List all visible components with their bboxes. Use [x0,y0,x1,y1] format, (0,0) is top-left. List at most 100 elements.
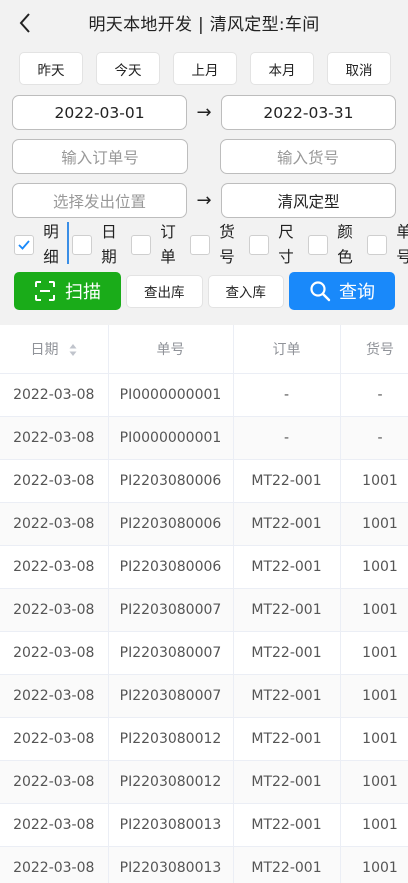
order-number-input[interactable]: 输入订单号 [12,139,188,174]
scan-button[interactable]: 扫描 [14,272,122,310]
query-label: 查询 [338,282,375,303]
goods-cell: 1001 [340,674,408,718]
goods-number-input[interactable]: 输入货号 [220,139,396,174]
back-button[interactable] [10,8,40,38]
table-row[interactable]: 2022-03-08 PI2203080007 MT22-001 1001 [0,674,408,718]
order-cell: - [233,373,341,417]
doc-number-cell: PI2203080006 [108,502,234,546]
table-row[interactable]: 2022-03-08 PI0000000001- - [0,373,408,417]
order-cell: MT22-001 [233,631,341,675]
table-header-row: 日期 单号 订单 货号 [0,325,408,374]
table-row[interactable]: 2022-03-08 PI2203080007 MT22-001 1001 [0,631,408,675]
location-arrow: → [196,190,212,211]
doc-number-cell: PI2203080012 [108,717,234,761]
option-goods[interactable]: 货号 [190,220,237,270]
date-cell: 2022-03-08 [0,502,109,546]
order-cell: MT22-001 [233,717,341,761]
out-stock-button[interactable]: 查出库 [126,274,203,308]
goods-cell: 1001 [340,803,408,847]
color-checkbox[interactable] [308,235,328,255]
table-row[interactable]: 2022-03-08 PI2203080012 MT22-001 1001 [0,760,408,804]
range-arrow: → [196,102,212,123]
from-location-select[interactable]: 选择发出位置 [12,183,188,218]
date-cell: 2022-03-08 [0,459,109,503]
order-cell: MT22-001 [233,502,341,546]
table-row[interactable]: 2022-03-08 PI2203080007 MT22-001 1001 [0,588,408,632]
order-cell: - [233,416,341,460]
doc-number-checkbox[interactable] [367,235,387,255]
date-cell: 2022-03-08 [0,545,109,589]
doc-number-cell: PI2203080007 [108,588,234,632]
option-size[interactable]: 尺寸 [249,220,296,270]
goods-checkbox[interactable] [190,235,210,255]
doc-number-cell: PI2203080012 [108,760,234,804]
size-checkbox[interactable] [249,235,269,255]
column-options: 明细 日期 订单 货号 尺寸 颜色 单号 [0,220,408,270]
option-color[interactable]: 颜色 [308,220,355,270]
this-month-button[interactable]: 本月 [250,52,314,85]
date-cell: 2022-03-08 [0,373,109,417]
doc-number-cell: PI2203080006 [108,459,234,503]
size-label: 尺寸 [278,223,294,266]
option-doc-number[interactable]: 单号 [367,220,408,270]
sort-icon[interactable] [69,343,77,357]
cancel-button[interactable]: 取消 [327,52,391,85]
date-cell: 2022-03-08 [0,760,109,804]
date-cell: 2022-03-08 [0,674,109,718]
date-cell: 2022-03-08 [0,588,109,632]
today-button[interactable]: 今天 [96,52,160,85]
table-row[interactable]: 2022-03-08 PI2203080006 MT22-001 1001 [0,459,408,503]
to-location-field[interactable]: 清风定型 [220,183,397,218]
query-button[interactable]: 查询 [288,272,396,310]
option-date[interactable]: 日期 [72,220,119,270]
yesterday-button[interactable]: 昨天 [19,52,83,85]
end-date-field[interactable]: 2022-03-31 [220,95,397,130]
option-detail[interactable]: 明细 [14,220,61,270]
in-stock-button[interactable]: 查入库 [207,274,284,308]
date-cell: 2022-03-08 [0,717,109,761]
column-header-order: 订单 [233,325,341,374]
order-cell: MT22-001 [233,545,341,589]
column-header-doc-number: 单号 [108,325,234,374]
date-label: 日期 [101,223,117,266]
scan-icon [35,281,56,301]
search-inputs: 输入订单号 输入货号 [0,139,408,174]
order-cell: MT22-001 [233,803,341,847]
search-icon [310,281,331,302]
doc-number-cell: PI0000000001 [108,416,234,460]
start-date-field[interactable]: 2022-03-01 [12,95,188,130]
column-header-date[interactable]: 日期 [0,325,109,374]
goods-cell: 1001 [340,760,408,804]
column-header-goods: 货号 [340,325,408,374]
table-row[interactable]: 2022-03-08 PI2203080006 MT22-001 1001 [0,502,408,546]
table-row[interactable]: 2022-03-08 PI2203080012 MT22-001 1001 [0,717,408,761]
date-checkbox[interactable] [72,235,92,255]
doc-number-cell: PI2203080013 [108,803,234,847]
order-label: 订单 [160,223,176,266]
table-row[interactable]: 2022-03-08 PI2203080013 MT22-001 1001 [0,803,408,847]
last-month-button[interactable]: 上月 [173,52,237,85]
results-table[interactable]: 日期 单号 订单 货号 2022-03-08 PI0000000001- -2022… [0,325,408,883]
order-cell: MT22-001 [233,459,341,503]
table-row[interactable]: 2022-03-08 PI2203080013 MT22-001 1001 [0,846,408,883]
detail-checkbox[interactable] [14,235,34,255]
check-icon [18,240,30,250]
goods-cell: - [340,416,408,460]
doc-number-cell: PI2203080007 [108,631,234,675]
doc-number-cell: PI2203080006 [108,545,234,589]
option-order[interactable]: 订单 [131,220,178,270]
action-bar: 扫描 查出库 查入库 查询 [0,272,408,310]
doc-number-cell: PI2203080007 [108,674,234,718]
date-range: 2022-03-01 → 2022-03-31 [0,95,408,130]
doc-number-cell: PI0000000001 [108,373,234,417]
table-row[interactable]: 2022-03-08 PI0000000001- - [0,416,408,460]
doc-number-cell: PI2203080013 [108,846,234,883]
detail-label: 明细 [43,223,59,266]
table-row[interactable]: 2022-03-08 PI2203080006 MT22-001 1001 [0,545,408,589]
order-cell: MT22-001 [233,588,341,632]
goods-cell: 1001 [340,502,408,546]
goods-label: 货号 [219,223,235,266]
table-body: 2022-03-08 PI0000000001- -2022-03-08 PI0000… [0,373,408,883]
date-cell: 2022-03-08 [0,846,109,883]
order-checkbox[interactable] [131,235,151,255]
